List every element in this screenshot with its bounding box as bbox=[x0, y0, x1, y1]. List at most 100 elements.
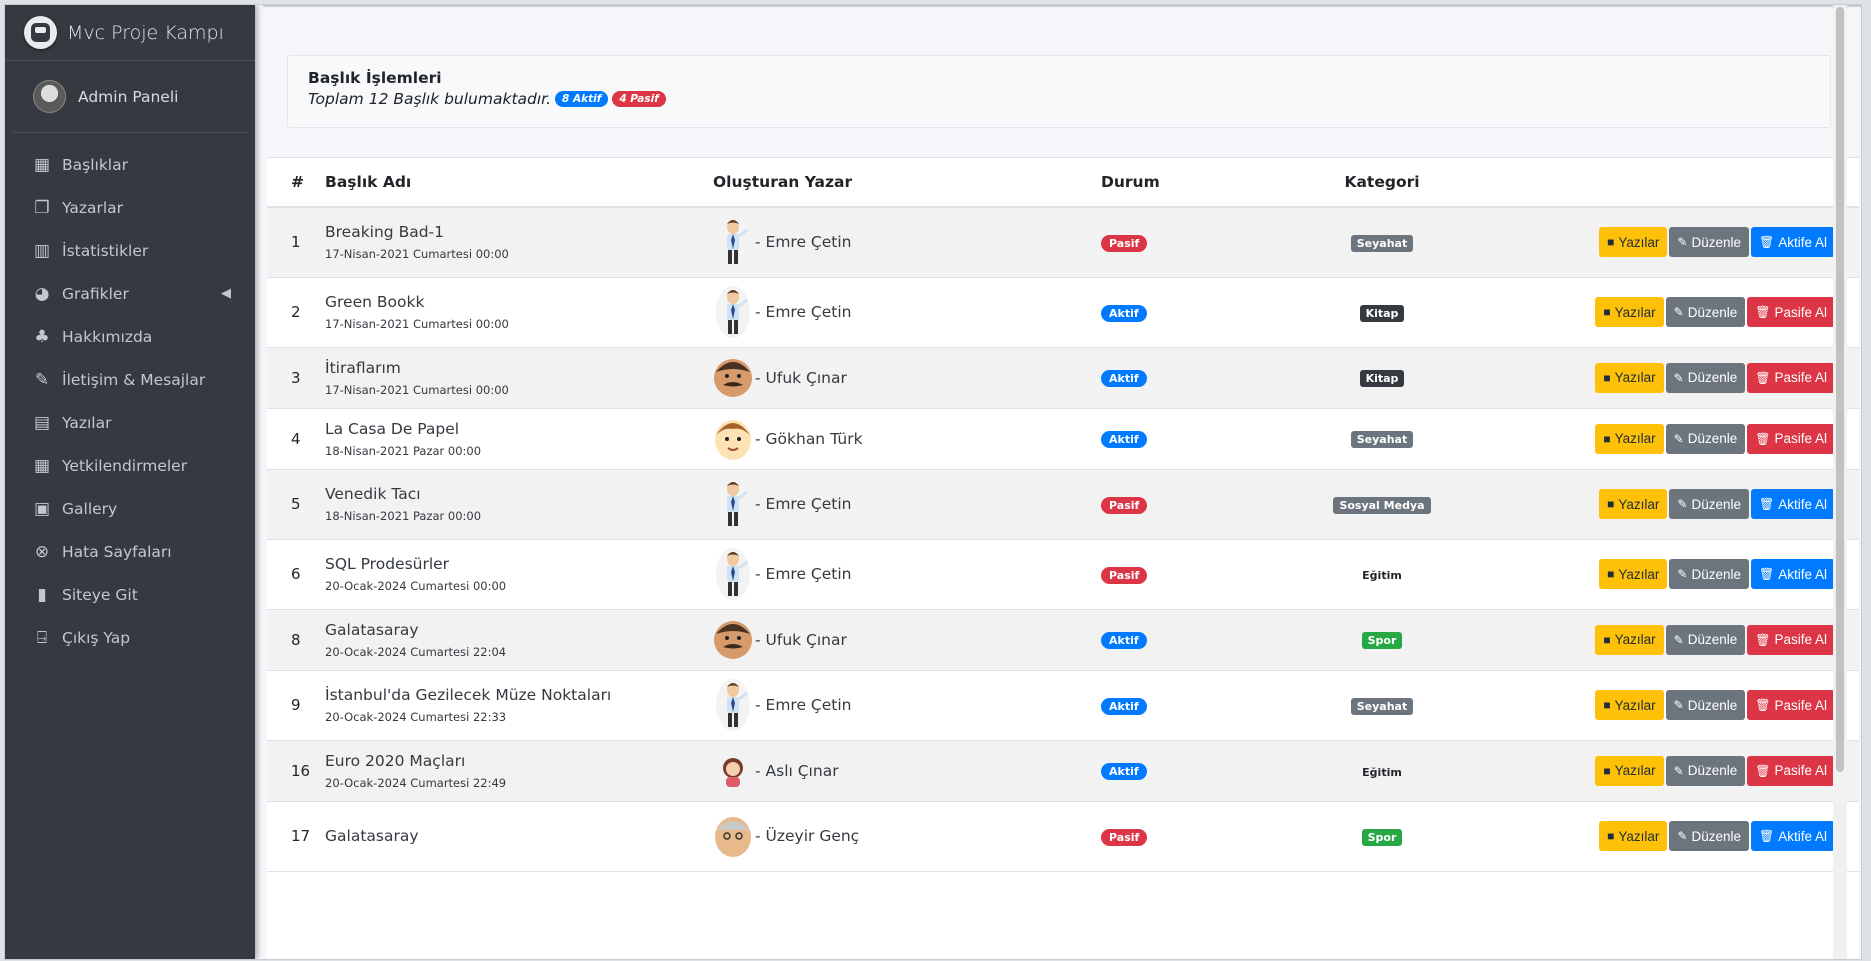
brand-link[interactable]: Mvc Proje Kampı bbox=[5, 5, 255, 61]
posts-button[interactable]: ■ Yazılar bbox=[1599, 559, 1668, 589]
heading-title: Galatasaray bbox=[325, 827, 419, 845]
title-cell: İstanbul'da Gezilecek Müze Noktaları 20-O… bbox=[325, 670, 713, 740]
posts-button[interactable]: ■ Yazılar bbox=[1595, 755, 1664, 786]
sidebar-item-label: Yazılar bbox=[62, 413, 112, 432]
sidebar-item-7[interactable]: ▦ Yetkilendirmeler bbox=[5, 444, 255, 487]
header-num: # bbox=[267, 158, 325, 208]
edit-button[interactable]: ✎ Düzenle bbox=[1665, 297, 1746, 327]
edit-icon: ✎ bbox=[34, 369, 50, 390]
deactivate-button[interactable]: 🗑 Pasife Al bbox=[1747, 362, 1835, 393]
status-cell: Aktif bbox=[1101, 609, 1331, 670]
title-cell: Galatasaray 20-Ocak-2024 Cumartesi 22:04 bbox=[325, 609, 713, 670]
pencil-icon: ✎ bbox=[1673, 370, 1684, 385]
author-cell: - Üzeyir Genç bbox=[713, 801, 1101, 871]
edit-button[interactable]: ✎ Düzenle bbox=[1665, 690, 1746, 720]
table-row: 8 Galatasaray 20-Ocak-2024 Cumartesi 22:04… bbox=[267, 609, 1859, 670]
author-name: - Emre Çetin bbox=[755, 233, 852, 252]
edit-label: Düzenle bbox=[1687, 763, 1738, 778]
folder-icon: ■ bbox=[1603, 763, 1611, 778]
posts-label: Yazılar bbox=[1614, 370, 1656, 385]
posts-label: Yazılar bbox=[1614, 304, 1656, 320]
deactivate-button[interactable]: 🗑 Pasife Al bbox=[1747, 690, 1835, 720]
brand-title: Mvc Proje Kampı bbox=[67, 21, 224, 44]
category-cell: Kitap bbox=[1331, 347, 1433, 408]
user-panel[interactable]: Admin Paneli bbox=[13, 61, 247, 133]
edit-button[interactable]: ✎ Düzenle bbox=[1665, 755, 1746, 786]
category-cell: Seyahat bbox=[1331, 207, 1433, 277]
deactivate-button[interactable]: 🗑 Pasife Al bbox=[1747, 624, 1835, 655]
pencil-icon: ✎ bbox=[1677, 567, 1688, 581]
sidebar-item-0[interactable]: ▦ Başlıklar bbox=[5, 143, 255, 186]
edit-button[interactable]: ✎ Düzenle bbox=[1665, 362, 1746, 393]
edit-label: Düzenle bbox=[1691, 828, 1741, 844]
pencil-icon: ✎ bbox=[1677, 235, 1688, 250]
scrollbar-thumb[interactable] bbox=[1836, 7, 1844, 772]
pencil-icon: ✎ bbox=[1673, 305, 1684, 319]
deactivate-button[interactable]: 🗑 Pasife Al bbox=[1747, 423, 1835, 454]
pencil-icon: ✎ bbox=[1677, 829, 1688, 843]
table-row: 9 İstanbul'da Gezilecek Müze Noktaları 20-… bbox=[267, 670, 1859, 740]
edit-button[interactable]: ✎ Düzenle bbox=[1665, 624, 1746, 655]
actions-cell: ■ Yazılar ✎ Düzenle 🗑 Pasife Al bbox=[1433, 670, 1859, 740]
status-badge: Aktif bbox=[1101, 431, 1147, 448]
posts-button[interactable]: ■ Yazılar bbox=[1595, 362, 1664, 393]
activate-label: Aktife Al bbox=[1778, 234, 1827, 250]
posts-button[interactable]: ■ Yazılar bbox=[1599, 489, 1668, 519]
sidebar-item-9[interactable]: ⊗ Hata Sayfaları bbox=[5, 530, 255, 573]
sidebar-item-1[interactable]: ❐ Yazarlar bbox=[5, 186, 255, 229]
activate-button[interactable]: 🗑 Aktife Al bbox=[1750, 227, 1835, 258]
folder-icon: ■ bbox=[1607, 829, 1615, 843]
sidebar-item-8[interactable]: ▣ Gallery bbox=[5, 487, 255, 530]
book-icon: ▮ bbox=[37, 584, 47, 605]
sidebar-item-2[interactable]: ▥ İstatistikler bbox=[5, 229, 255, 272]
status-cell: Pasif bbox=[1101, 801, 1331, 871]
author-avatar bbox=[713, 478, 753, 530]
posts-button[interactable]: ■ Yazılar bbox=[1595, 690, 1664, 720]
activate-button[interactable]: 🗑 Aktife Al bbox=[1750, 559, 1835, 589]
posts-button[interactable]: ■ Yazılar bbox=[1595, 297, 1664, 327]
trash-icon: 🗑 bbox=[1758, 567, 1775, 581]
title-cell: İtiraflarım 17-Nisan-2021 Cumartesi 00:00 bbox=[325, 347, 713, 408]
edit-button[interactable]: ✎ Düzenle bbox=[1665, 423, 1746, 454]
trash-icon: 🗑 bbox=[1755, 698, 1771, 712]
copy-icon: ❐ bbox=[34, 197, 50, 218]
brand-logo-icon bbox=[24, 16, 57, 49]
sidebar-item-3[interactable]: ◕ Grafikler ◀ bbox=[5, 272, 255, 315]
folder-icon: ■ bbox=[1603, 305, 1611, 319]
sidebar-item-4[interactable]: ♣ Hakkımızda bbox=[5, 315, 255, 358]
status-badge: Aktif bbox=[1101, 370, 1147, 387]
heading-title: La Casa De Papel bbox=[325, 419, 460, 438]
activate-button[interactable]: 🗑 Aktife Al bbox=[1750, 489, 1835, 519]
page-scrollbar[interactable] bbox=[1833, 5, 1847, 959]
trash-icon: 🗑 bbox=[1755, 305, 1771, 319]
posts-button[interactable]: ■ Yazılar bbox=[1595, 423, 1664, 454]
trash-icon: 🗑 bbox=[1758, 497, 1775, 511]
author-avatar bbox=[713, 352, 753, 404]
edit-button[interactable]: ✎ Düzenle bbox=[1669, 227, 1749, 258]
chevron-left-icon[interactable]: ◀ bbox=[221, 286, 231, 301]
posts-button[interactable]: ■ Yazılar bbox=[1599, 821, 1668, 851]
posts-label: Yazılar bbox=[1618, 828, 1660, 844]
sidebar-item-5[interactable]: ✎ İletişim & Mesajlar bbox=[5, 358, 255, 401]
sidebar-item-10[interactable]: ▮ Siteye Git bbox=[5, 573, 255, 616]
edit-button[interactable]: ✎ Düzenle bbox=[1669, 489, 1749, 519]
bar-chart-icon: ▥ bbox=[33, 240, 51, 261]
status-cell: Pasif bbox=[1101, 539, 1331, 609]
tree-icon: ♣ bbox=[34, 326, 50, 347]
sidebar-item-11[interactable]: ⍈ Çıkış Yap bbox=[5, 616, 255, 659]
deactivate-button[interactable]: 🗑 Pasife Al bbox=[1747, 297, 1835, 327]
posts-label: Yazılar bbox=[1618, 234, 1660, 250]
deactivate-button[interactable]: 🗑 Pasife Al bbox=[1747, 755, 1835, 786]
folder-icon: ■ bbox=[1603, 632, 1611, 647]
category-badge: Kitap bbox=[1359, 370, 1405, 387]
activate-button[interactable]: 🗑 Aktife Al bbox=[1750, 821, 1835, 851]
author-avatar bbox=[713, 810, 753, 862]
posts-button[interactable]: ■ Yazılar bbox=[1599, 227, 1668, 258]
sidebar-item-6[interactable]: ▤ Yazılar bbox=[5, 401, 255, 444]
posts-button[interactable]: ■ Yazılar bbox=[1595, 624, 1664, 655]
author-name: - Aslı Çınar bbox=[755, 761, 839, 780]
header-category: Kategori bbox=[1331, 158, 1433, 208]
edit-button[interactable]: ✎ Düzenle bbox=[1669, 821, 1749, 851]
edit-button[interactable]: ✎ Düzenle bbox=[1669, 559, 1749, 589]
posts-label: Yazılar bbox=[1614, 763, 1656, 778]
